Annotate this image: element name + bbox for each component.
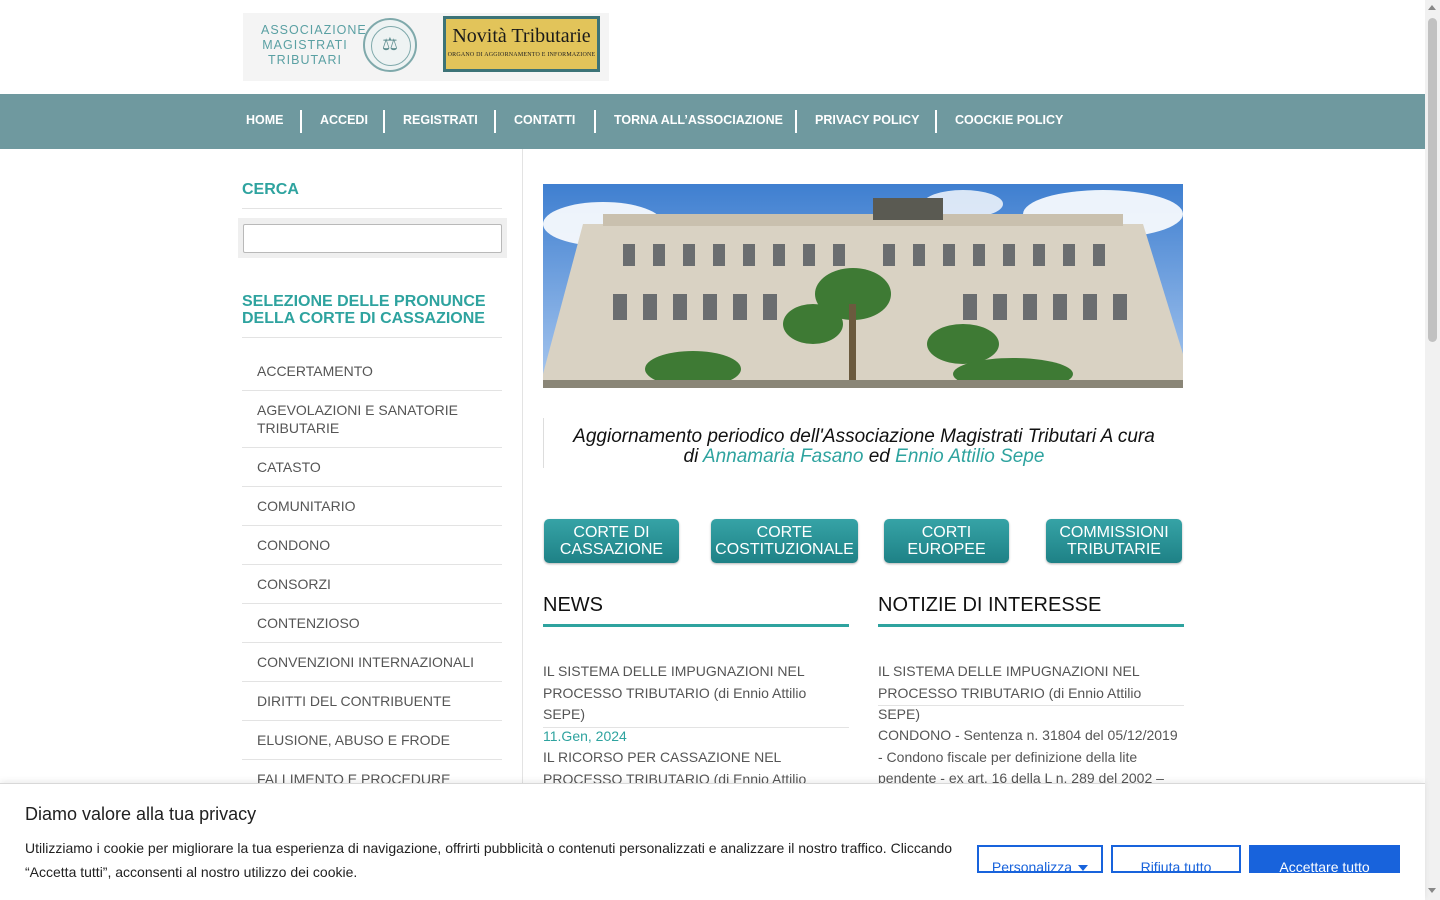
news-item: IL SISTEMA DELLE IMPUGNAZIONI NEL PROCES…: [543, 661, 849, 747]
site-header: ASSOCIAZIONE MAGISTRATI TRIBUTARI ⚖ Novi…: [0, 0, 1425, 94]
category-item-catasto[interactable]: CATASTO: [242, 448, 502, 487]
nav-item-privacy-policy[interactable]: PRIVACY POLICY: [815, 94, 919, 149]
interest-item: CONDONO - Sentenza n. 31804 del 05/12/20…: [878, 725, 1184, 790]
category-item-accertamento[interactable]: ACCERTAMENTO: [242, 352, 502, 391]
category-item-convenzioni[interactable]: CONVENZIONI INTERNAZIONALI: [242, 643, 502, 682]
author-link-fasano[interactable]: Annamaria Fasano: [703, 446, 864, 467]
palazzo-giustizia-hero-image: [543, 184, 1183, 388]
novita-tributarie-logo: Novità Tributarie ORGANO DI AGGIORNAMENT…: [443, 16, 600, 72]
corti-europee-button[interactable]: CORTI EUROPEE: [884, 519, 1009, 563]
scrollbar-thumb[interactable]: [1428, 18, 1437, 342]
notizie-title-underline: [878, 624, 1184, 627]
button-label: CORTE COSTITUZIONALE: [715, 524, 854, 558]
building-illustration: [543, 184, 1183, 388]
button-label: COMMISSIONI TRIBUTARIE: [1059, 524, 1169, 558]
divider: [543, 727, 849, 728]
category-item-contenzioso[interactable]: CONTENZIOSO: [242, 604, 502, 643]
nav-item-torna-associazione[interactable]: TORNA ALL’ASSOCIAZIONE: [614, 94, 783, 149]
divider: [242, 208, 502, 209]
nav-item-home[interactable]: HOME: [246, 94, 284, 149]
intro-quote: Aggiornamento periodico dell'Associazion…: [543, 418, 1183, 468]
site-logo[interactable]: ASSOCIAZIONE MAGISTRATI TRIBUTARI ⚖ Novi…: [243, 13, 609, 81]
nav-separator: [494, 110, 496, 133]
nav-separator: [795, 110, 797, 133]
page-scrollbar[interactable]: [1425, 0, 1440, 900]
nav-item-accedi[interactable]: ACCEDI: [320, 94, 368, 149]
category-item-consorzi[interactable]: CONSORZI: [242, 565, 502, 604]
corte-costituzionale-button[interactable]: CORTE COSTITUZIONALE: [711, 519, 858, 563]
corte-cassazione-button[interactable]: CORTE DI CASSAZIONE: [544, 519, 679, 563]
notizie-interesse-title: NOTIZIE DI INTERESSE: [878, 594, 1102, 616]
scroll-up-arrow-icon[interactable]: [1428, 5, 1436, 10]
logo-line: TRIBUTARI: [267, 53, 343, 67]
news-title: NEWS: [543, 594, 603, 616]
logo-line: MAGISTRATI: [262, 38, 348, 52]
button-label: CORTI EUROPEE: [907, 524, 986, 558]
author-link-sepe[interactable]: Ennio Attilio Sepe: [895, 446, 1044, 467]
logo-line: ASSOCIAZIONE: [261, 23, 367, 37]
category-item-comunitario[interactable]: COMUNITARIO: [242, 487, 502, 526]
divider: [878, 705, 1184, 706]
quote-conjunction: ed: [868, 446, 890, 467]
nav-separator: [383, 110, 385, 133]
cassazione-section-title: SELEZIONE DELLE PRONUNCE DELLA CORTE DI …: [242, 293, 486, 327]
news-link[interactable]: IL SISTEMA DELLE IMPUGNAZIONI NEL PROCES…: [543, 661, 849, 726]
button-label: CORTE DI CASSAZIONE: [559, 524, 664, 558]
category-item-agevolazioni[interactable]: AGEVOLAZIONI E SANATORIE TRIBUTARIE: [242, 391, 502, 448]
column-divider: [522, 149, 523, 809]
association-logo-text: ASSOCIAZIONE MAGISTRATI TRIBUTARI: [261, 23, 367, 68]
divider: [242, 337, 502, 338]
main-navigation: HOME ACCEDI REGISTRATI CONTATTI TORNA AL…: [0, 94, 1425, 149]
accept-label: Accettare tutto: [1279, 859, 1370, 875]
interest-item: IL SISTEMA DELLE IMPUGNAZIONI NEL PROCES…: [878, 661, 1184, 726]
nav-item-cookie-policy[interactable]: COOCKIE POLICY: [955, 94, 1063, 149]
interest-link[interactable]: CONDONO - Sentenza n. 31804 del 05/12/20…: [878, 725, 1184, 790]
reject-all-button[interactable]: Rifiuta tutto: [1111, 845, 1241, 875]
nav-separator: [594, 110, 596, 133]
nav-separator: [300, 110, 302, 133]
nav-item-contatti[interactable]: CONTATTI: [514, 94, 575, 149]
commissioni-tributarie-button[interactable]: COMMISSIONI TRIBUTARIE: [1046, 519, 1182, 563]
quote-prefix: Aggiornamento periodico dell'Associazion…: [573, 426, 1155, 467]
interest-link[interactable]: IL SISTEMA DELLE IMPUGNAZIONI NEL PROCES…: [878, 661, 1184, 726]
news-date: 11.Gen, 2024: [543, 727, 627, 744]
search-input[interactable]: [243, 224, 502, 253]
nav-separator: [935, 110, 937, 133]
intro-quote-text: Aggiornamento periodico dell'Associazion…: [564, 427, 1164, 467]
cookie-consent-banner: Diamo valore alla tua privacy Utilizziam…: [0, 783, 1425, 900]
cookie-description: Utilizziamo i cookie per migliorare la t…: [25, 840, 953, 880]
nav-item-registrati[interactable]: REGISTRATI: [403, 94, 478, 149]
category-item-elusione[interactable]: ELUSIONE, ABUSO E FRODE: [242, 721, 502, 760]
novita-subtitle: ORGANO DI AGGIORNAMENTO E INFORMAZIONE: [447, 52, 596, 58]
news-title-underline: [543, 624, 849, 627]
caret-down-icon: [1078, 865, 1089, 872]
accept-all-button[interactable]: Accettare tutto: [1249, 845, 1400, 875]
customize-button[interactable]: Personalizza: [977, 845, 1103, 875]
reject-label: Rifiuta tutto: [1140, 859, 1212, 875]
scroll-down-arrow-icon[interactable]: [1428, 888, 1436, 893]
category-item-diritti-contribuente[interactable]: DIRITTI DEL CONTRIBUENTE: [242, 682, 502, 721]
novita-title: Novità Tributarie: [452, 25, 591, 47]
scales-seal-icon: ⚖: [363, 18, 417, 72]
category-item-condono[interactable]: CONDONO: [242, 526, 502, 565]
customize-label: Personalizza: [991, 859, 1073, 875]
category-list: ACCERTAMENTO AGEVOLAZIONI E SANATORIE TR…: [242, 352, 502, 817]
cookie-title: Diamo valore alla tua privacy: [25, 804, 257, 824]
search-section-title: CERCA: [242, 181, 299, 198]
search-box: [238, 218, 507, 258]
